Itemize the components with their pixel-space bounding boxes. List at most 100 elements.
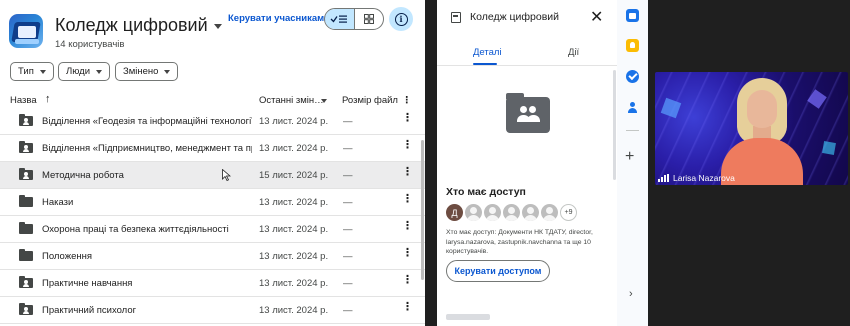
chevron-right-icon[interactable]: ›: [629, 288, 633, 300]
more-vert-icon[interactable]: ⋮: [402, 302, 413, 313]
shared-folder-icon: [19, 141, 33, 153]
avatar[interactable]: [484, 204, 501, 221]
file-size: —: [343, 116, 353, 127]
more-users-badge[interactable]: +9: [560, 204, 577, 221]
shared-folder-icon: [19, 114, 33, 126]
file-size: —: [343, 143, 353, 154]
file-name: Положення: [42, 251, 93, 262]
table-row[interactable]: Практичне навчання 13 лист. 2024 р. — ⋮: [0, 270, 425, 297]
grid-view-button[interactable]: [355, 9, 384, 29]
access-title: Хто має доступ: [446, 186, 526, 198]
add-icon[interactable]: +: [625, 148, 634, 166]
details-title: Коледж цифровий: [470, 11, 560, 23]
shared-folder-icon: [19, 276, 33, 288]
tab-actions[interactable]: Дії: [568, 47, 579, 58]
table-row[interactable]: Накази 13 лист. 2024 р. — ⋮: [0, 189, 425, 216]
filter-people-chip[interactable]: Люди: [58, 62, 111, 81]
more-vert-icon[interactable]: ⋮: [402, 95, 412, 106]
manage-access-button[interactable]: Керувати доступом: [446, 260, 550, 282]
folder-icon: [19, 249, 33, 261]
drive-details-icon: [451, 12, 461, 23]
shared-drive-icon: [9, 14, 43, 48]
caret-down-icon: [164, 69, 171, 74]
sort-arrow-icon[interactable]: ↑: [45, 93, 51, 105]
table-row[interactable]: Відділення «Підприємництво, менеджмент т…: [0, 135, 425, 162]
filter-label: Змінено: [123, 66, 159, 77]
caret-down-icon[interactable]: [321, 99, 327, 103]
file-modified: 13 лист. 2024 р.: [259, 305, 329, 316]
caret-down-icon: [96, 69, 103, 74]
side-apps-rail: + ›: [617, 0, 648, 326]
avatar[interactable]: [503, 204, 520, 221]
tab-details[interactable]: Деталі: [473, 47, 502, 58]
drive-title-dropdown[interactable]: Коледж цифровий: [55, 15, 222, 36]
more-vert-icon[interactable]: ⋮: [402, 275, 413, 286]
more-vert-icon[interactable]: ⋮: [402, 221, 413, 232]
filter-label: Тип: [18, 66, 34, 77]
file-modified: 13 лист. 2024 р.: [259, 224, 329, 235]
file-list-scrollbar[interactable]: [421, 140, 424, 280]
table-row[interactable]: Відділення «Геодезія та інформаційні тех…: [0, 108, 425, 135]
folder-icon: [19, 222, 33, 234]
shared-folder-icon: [19, 303, 33, 315]
file-name: Відділення «Підприємництво, менеджмент т…: [42, 143, 252, 154]
column-size-header[interactable]: Розмір файл: [342, 95, 398, 106]
caret-down-icon: [213, 24, 222, 29]
file-size: —: [343, 251, 353, 262]
details-scrollbar[interactable]: [613, 70, 616, 180]
view-toggle: [324, 8, 384, 30]
calendar-icon[interactable]: [626, 9, 639, 22]
table-row[interactable]: Положення 13 лист. 2024 р. — ⋮: [0, 243, 425, 270]
more-vert-icon[interactable]: ⋮: [402, 248, 413, 259]
column-modified-header[interactable]: Останні змін…: [259, 95, 324, 106]
info-icon: i: [394, 12, 408, 26]
avatar[interactable]: [522, 204, 539, 221]
more-vert-icon[interactable]: ⋮: [402, 194, 413, 205]
mouse-cursor-icon: [222, 169, 231, 181]
drive-title: Коледж цифровий: [55, 15, 208, 35]
access-description: Хто має доступ: Документи НК ТДАТУ, dire…: [446, 229, 593, 255]
file-modified: 13 лист. 2024 р.: [259, 197, 329, 208]
check-list-icon: [330, 15, 348, 23]
users-count: 14 користувачів: [55, 39, 125, 50]
column-name-header[interactable]: Назва: [10, 95, 37, 106]
avatar[interactable]: [541, 204, 558, 221]
participant-name: Larisa Nazarova: [673, 173, 735, 183]
file-size: —: [343, 197, 353, 208]
caret-down-icon: [39, 69, 46, 74]
keep-icon[interactable]: [626, 39, 639, 52]
file-modified: 13 лист. 2024 р.: [259, 143, 329, 154]
more-vert-icon[interactable]: ⋮: [402, 167, 413, 178]
manage-members-link[interactable]: Керувати учасниками: [228, 13, 330, 24]
filter-type-chip[interactable]: Тип: [10, 62, 54, 81]
tasks-icon[interactable]: [626, 70, 639, 83]
filter-modified-chip[interactable]: Змінено: [115, 62, 179, 81]
file-modified: 13 лист. 2024 р.: [259, 251, 329, 262]
file-modified: 13 лист. 2024 р.: [259, 116, 329, 127]
avatar[interactable]: [465, 204, 482, 221]
more-vert-icon[interactable]: ⋮: [402, 140, 413, 151]
close-icon[interactable]: ✕: [590, 7, 603, 27]
file-size: —: [343, 224, 353, 235]
table-row[interactable]: Практичний психолог 13 лист. 2024 р. — ⋮: [0, 297, 425, 324]
access-avatars[interactable]: Д +9: [446, 204, 577, 222]
details-panel: Коледж цифровий ✕ Деталі Дії Хто має дос…: [437, 0, 617, 326]
file-name: Практичний психолог: [42, 305, 137, 316]
grid-icon: [363, 14, 374, 24]
contacts-icon[interactable]: [626, 101, 639, 114]
more-vert-icon[interactable]: ⋮: [402, 113, 413, 124]
shared-drive-large-icon: [506, 93, 550, 133]
table-row[interactable]: Охорона праці та безпека життєдіяльності…: [0, 216, 425, 243]
avatar[interactable]: Д: [446, 204, 463, 221]
video-call-tile: Larisa Nazarova: [655, 72, 848, 185]
folder-icon: [19, 195, 33, 207]
list-view-button[interactable]: [325, 9, 355, 29]
drive-main-area: Коледж цифровий 14 користувачів Керувати…: [0, 0, 425, 326]
file-list: Відділення «Геодезія та інформаційні тех…: [0, 108, 425, 324]
file-size: —: [343, 305, 353, 316]
participant-label: Larisa Nazarova: [658, 173, 735, 183]
details-info-button[interactable]: i: [389, 7, 413, 31]
shared-folder-icon: [19, 168, 33, 180]
file-name: Методична робота: [42, 170, 124, 181]
table-row[interactable]: Методична робота 15 лист. 2024 р. — ⋮: [0, 162, 425, 189]
